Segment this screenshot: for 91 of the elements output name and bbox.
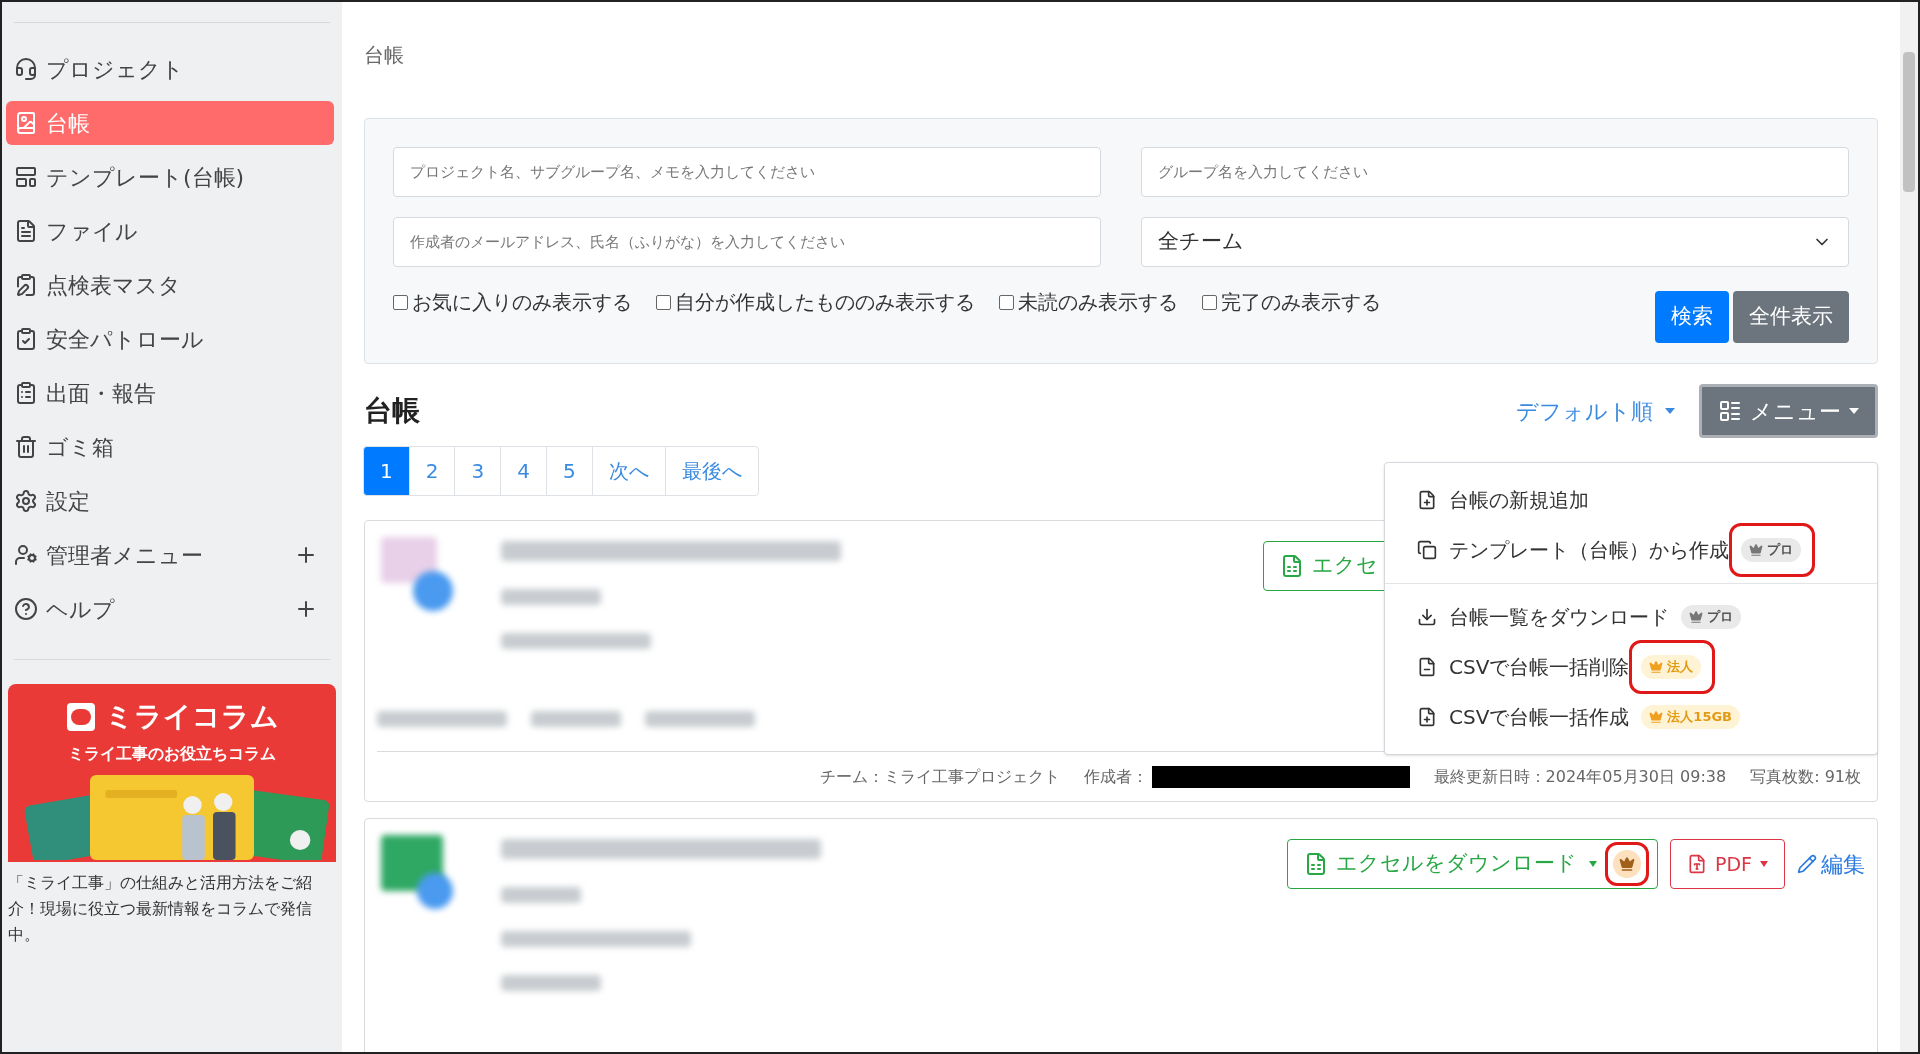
checkbox[interactable] bbox=[393, 294, 408, 310]
sidebar-label: 設定 bbox=[46, 487, 91, 516]
sidebar-label: 安全パトロール bbox=[46, 325, 205, 354]
checkbox-label: 未読のみ表示する bbox=[1018, 289, 1178, 316]
crown-icon bbox=[1618, 856, 1635, 872]
sidebar-item[interactable]: テンプレート(台帳) bbox=[6, 155, 334, 199]
settings-icon bbox=[14, 489, 38, 513]
sort-dropdown[interactable]: デフォルト順 bbox=[1516, 394, 1675, 428]
checkbox-label: 完了のみ表示する bbox=[1221, 289, 1381, 316]
input-field[interactable]: プロジェクト名、サブグループ名、メモを入力してください bbox=[393, 147, 1101, 197]
menu-item[interactable]: 台帳一覧をダウンロード プロ bbox=[1385, 592, 1877, 642]
list-icon bbox=[1718, 399, 1742, 423]
input-field[interactable]: グループ名を入力してください bbox=[1141, 147, 1849, 197]
clipboard-check-icon bbox=[14, 327, 38, 351]
page-button[interactable]: 4 bbox=[500, 446, 547, 496]
column-banner[interactable]: ミライコラム ミライ工事のお役立ちコラム bbox=[8, 684, 336, 862]
sidebar-item[interactable]: 安全パトロール bbox=[6, 317, 334, 361]
page-button[interactable]: 5 bbox=[545, 446, 593, 496]
team-select[interactable]: 全チーム bbox=[1141, 217, 1849, 267]
filter-button[interactable]: 全件表示 bbox=[1733, 291, 1849, 343]
sidebar-label: ゴミ箱 bbox=[46, 433, 115, 462]
plan-badge: 法人15GB bbox=[1641, 705, 1740, 729]
pdf-button[interactable]: PDF bbox=[1669, 839, 1785, 889]
banner-subtitle: ミライ工事のお役立ちコラム bbox=[68, 743, 276, 765]
sidebar-item[interactable]: ゴミ箱 bbox=[6, 425, 334, 469]
sidebar-item[interactable]: 設定 bbox=[6, 479, 334, 523]
sidebar-label: ヘルプ bbox=[46, 595, 116, 624]
sidebar-label: 出面・報告 bbox=[46, 379, 157, 408]
image-book-icon bbox=[14, 111, 38, 135]
sidebar-item[interactable]: 出面・報告 bbox=[6, 371, 334, 415]
crown-icon bbox=[1649, 710, 1664, 724]
page-button[interactable]: 1 bbox=[363, 446, 410, 496]
user-gear-icon bbox=[14, 543, 38, 567]
checkbox-label: お気に入りのみ表示する bbox=[412, 289, 632, 316]
plan-badge: プロ bbox=[1681, 605, 1741, 629]
checkbox[interactable] bbox=[656, 294, 671, 310]
copy-icon bbox=[1417, 540, 1437, 560]
headset-icon bbox=[14, 57, 38, 81]
template-icon bbox=[14, 165, 38, 189]
author-label: 作成者： bbox=[1083, 765, 1148, 788]
logo-icon bbox=[65, 701, 97, 733]
crown-icon bbox=[1649, 660, 1664, 674]
sidebar-label: 点検表マスタ bbox=[46, 271, 182, 300]
menu-item[interactable]: 台帳の新規追加 bbox=[1385, 475, 1877, 525]
photo-count: 写真枚数: 91枚 bbox=[1750, 765, 1861, 788]
checkbox-label: 自分が作成したもののみ表示する bbox=[675, 289, 975, 316]
sidebar-item[interactable]: プロジェクト bbox=[6, 47, 334, 91]
plan-badge: プロ bbox=[1741, 538, 1801, 562]
list-title: 台帳 bbox=[364, 393, 420, 429]
sidebar-label: 台帳 bbox=[46, 109, 91, 138]
sidebar-label: テンプレート(台帳) bbox=[46, 163, 246, 192]
banner-title: ミライコラム bbox=[105, 699, 279, 735]
page-button[interactable]: 2 bbox=[408, 446, 456, 496]
page-button[interactable]: 次へ bbox=[591, 446, 666, 496]
download-icon bbox=[1417, 607, 1437, 627]
crown-icon bbox=[1749, 543, 1763, 557]
sidebar-label: 管理者メニュー bbox=[46, 541, 204, 570]
trash-icon bbox=[14, 435, 38, 459]
sidebar-item[interactable]: 点検表マスタ bbox=[6, 263, 334, 307]
team-name: チーム：ミライ工事プロジェクト bbox=[819, 765, 1060, 788]
clipboard-pen-icon bbox=[14, 273, 38, 297]
crown-icon bbox=[1689, 610, 1703, 624]
menu-button[interactable]: メニュー bbox=[1699, 384, 1878, 438]
sidebar-item[interactable]: 管理者メニュー bbox=[6, 533, 334, 577]
menu-item[interactable]: CSVで台帳一括削除 法人 bbox=[1385, 642, 1877, 692]
file-icon bbox=[14, 219, 38, 243]
edit-link[interactable]: 編集 bbox=[1797, 839, 1865, 889]
pencil-icon bbox=[1797, 854, 1817, 874]
breadcrumb: 台帳 bbox=[364, 42, 405, 69]
sidebar-item[interactable]: ファイル bbox=[6, 209, 334, 253]
sidebar-label: プロジェクト bbox=[46, 55, 185, 84]
checkbox[interactable] bbox=[1202, 294, 1217, 310]
filter-button[interactable]: 検索 bbox=[1655, 291, 1729, 343]
page-button[interactable]: 最後へ bbox=[664, 446, 759, 496]
plan-badge: 法人 bbox=[1641, 655, 1702, 679]
page-button[interactable]: 3 bbox=[454, 446, 502, 496]
help-icon bbox=[14, 597, 38, 621]
banner-description: 「ミライ工事」の仕組みと活用方法をご紹介！現場に役立つ最新情報をコラムで発信中。 bbox=[8, 872, 313, 946]
file-minus-icon bbox=[1417, 657, 1437, 677]
file-plus-icon bbox=[1417, 490, 1437, 510]
file-plus-icon bbox=[1417, 707, 1437, 727]
clipboard-list-icon bbox=[14, 381, 38, 405]
sidebar-label: ファイル bbox=[46, 217, 139, 246]
menu-item[interactable]: CSVで台帳一括作成 法人15GB bbox=[1385, 692, 1877, 742]
sidebar-item[interactable]: 台帳 bbox=[6, 101, 334, 145]
sidebar-item[interactable]: ヘルプ bbox=[6, 587, 334, 631]
checkbox[interactable] bbox=[999, 294, 1014, 310]
updated-date: 最終更新日時：2024年05月30日 09:38 bbox=[1433, 765, 1727, 788]
input-field[interactable]: 作成者のメールアドレス、氏名（ふりがな）を入力してください bbox=[393, 217, 1101, 267]
excel-download-button[interactable]: エクセルをダウンロード bbox=[1286, 839, 1658, 889]
spreadsheet-icon bbox=[1280, 554, 1304, 578]
